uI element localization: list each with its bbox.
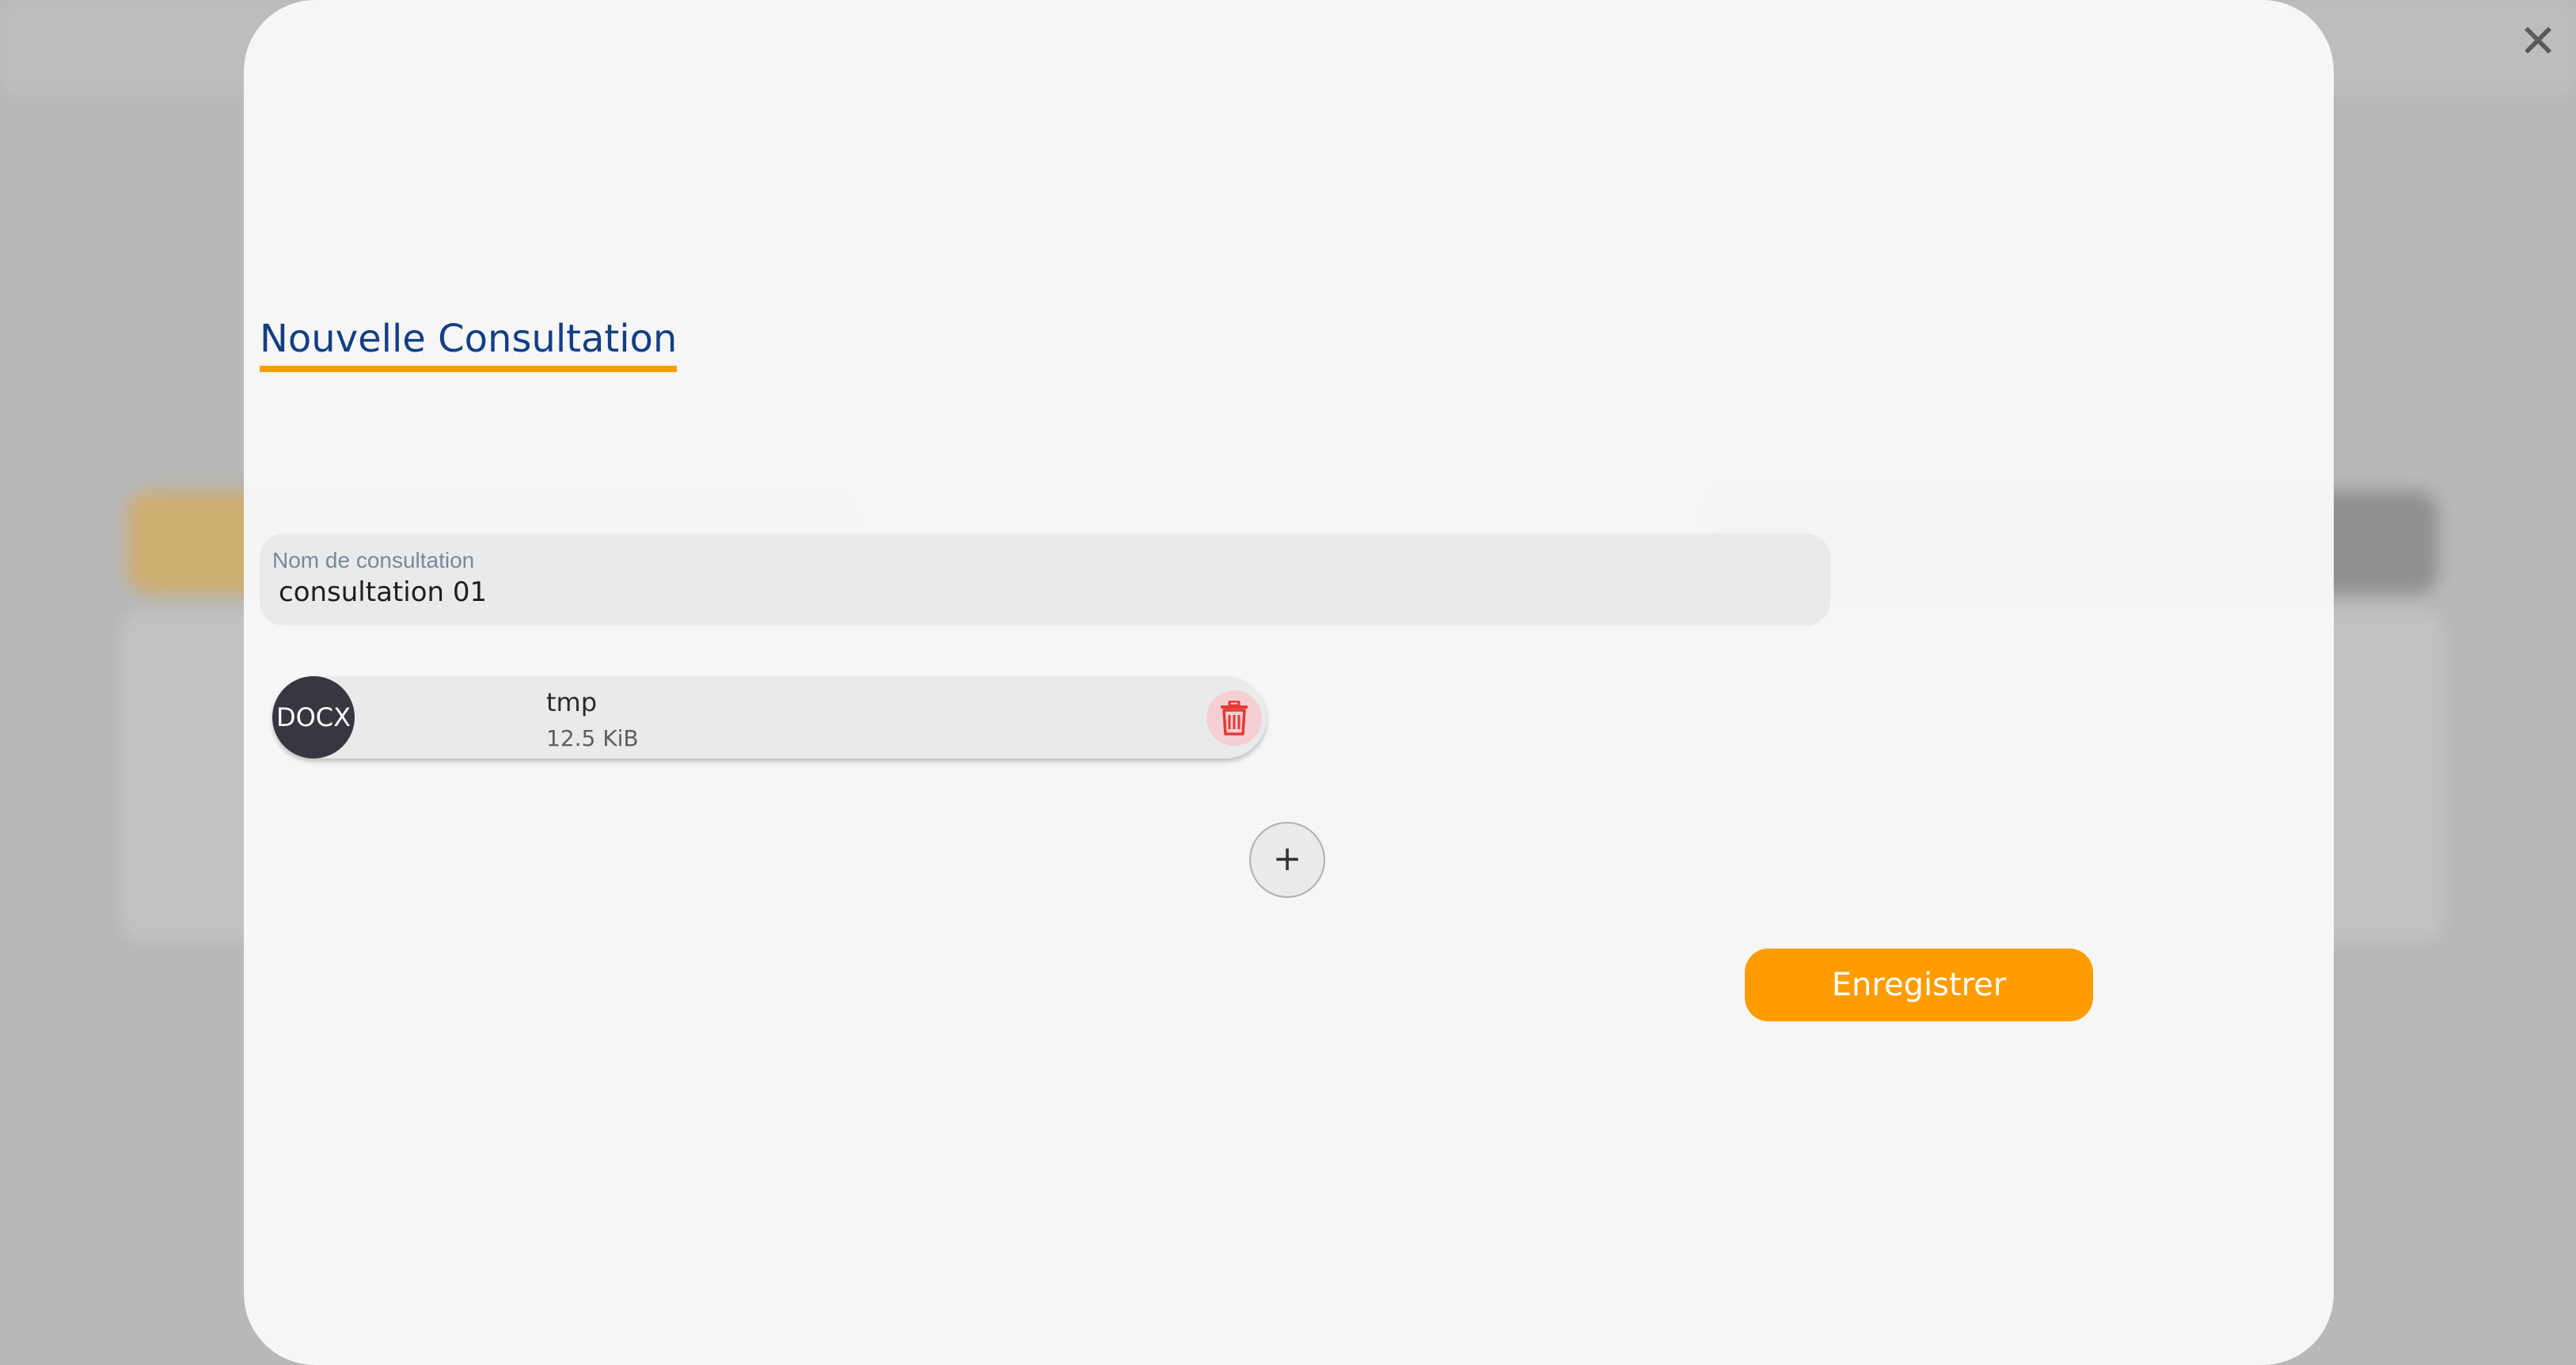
add-file-button[interactable]: + [1249,822,1325,898]
consultation-name-label: Nom de consultation [272,548,475,572]
modal-title: Nouvelle Consultation [260,317,678,372]
delete-file-button[interactable] [1206,690,1262,746]
consultation-name-field[interactable]: Nom de consultation [260,534,1830,625]
file-size: 12.5 KiB [546,725,639,751]
trash-icon [1221,701,1248,736]
close-icon[interactable]: ✕ [2517,18,2559,64]
consultation-name-input[interactable] [279,576,1783,608]
attached-file-row: DOCX tmp 12.5 KiB [272,676,1267,759]
file-name: tmp [546,687,598,717]
file-type-badge: DOCX [272,676,355,759]
save-button[interactable]: Enregistrer [1745,949,2093,1021]
